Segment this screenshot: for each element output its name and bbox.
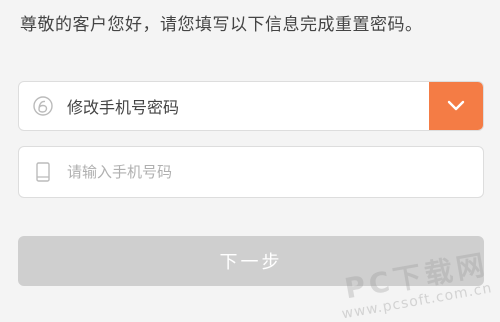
intro-text: 尊敬的客户您好，请您填写以下信息完成重置密码。 xyxy=(20,15,423,35)
watermark-sub: www.pcsoft.com.cn xyxy=(341,280,494,322)
phone-number-field[interactable] xyxy=(18,146,484,198)
reset-type-select[interactable]: 修改手机号密码 xyxy=(18,81,484,131)
chevron-down-icon xyxy=(446,97,466,116)
phone-number-input[interactable] xyxy=(67,147,483,197)
reset-type-value: 修改手机号密码 xyxy=(67,98,180,117)
dropdown-button[interactable] xyxy=(429,82,483,130)
mobile-phone-icon xyxy=(31,160,55,184)
next-step-button[interactable]: 下一步 xyxy=(18,236,484,286)
phone-type-icon xyxy=(31,94,55,118)
